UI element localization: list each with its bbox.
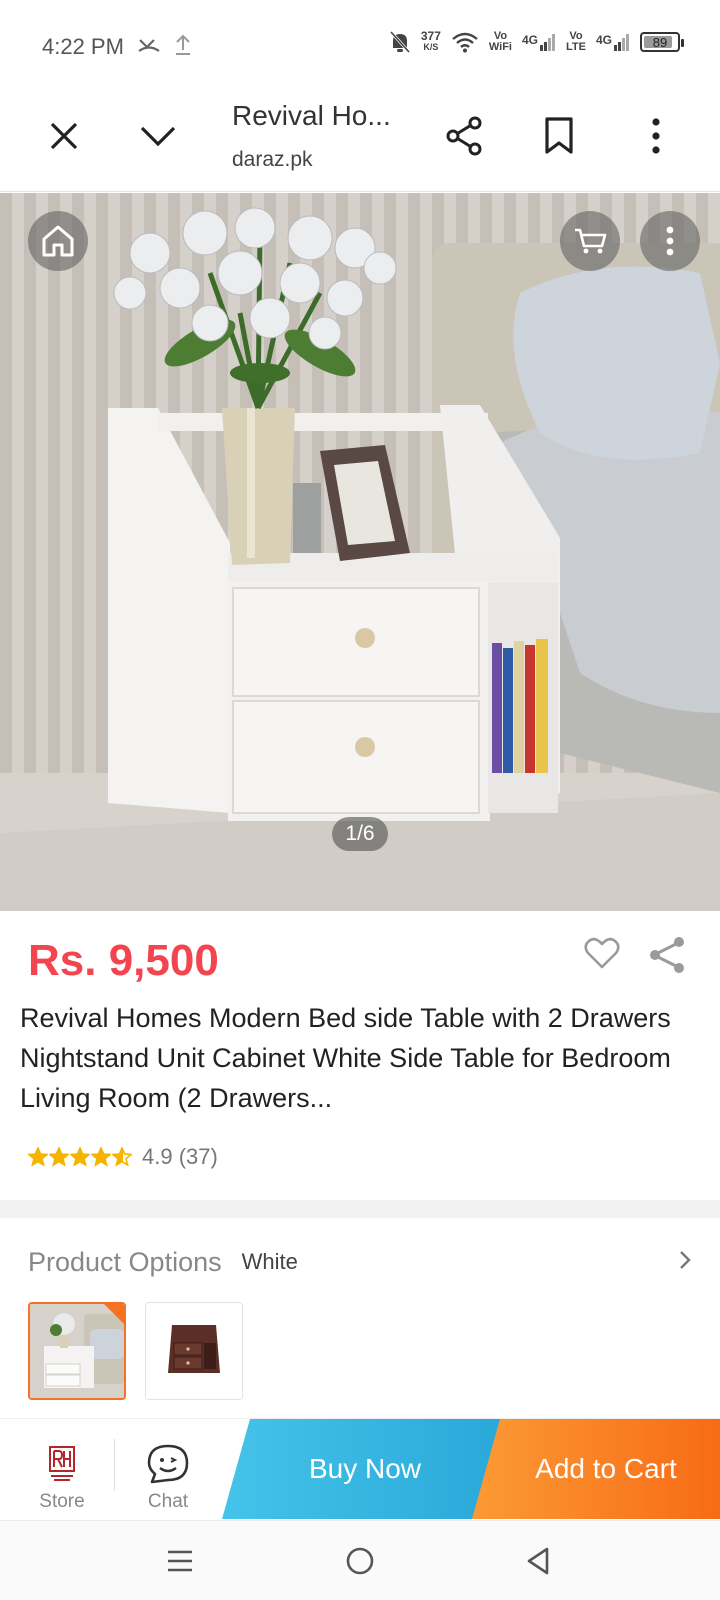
store-button[interactable]: Store [12, 1419, 112, 1519]
chevron-down-icon [140, 126, 176, 147]
close-icon [50, 122, 78, 150]
battery-level: 89 [652, 34, 668, 50]
net-speed-value: 377 [420, 29, 441, 43]
section-divider [0, 1200, 720, 1218]
product-photo [0, 193, 720, 911]
battery-icon: 89 [640, 32, 684, 52]
option-thumb-brown[interactable] [145, 1302, 243, 1400]
sim2-type: 4G [595, 33, 612, 47]
share-icon [446, 116, 482, 156]
star-full-icon [49, 1147, 69, 1167]
chat-label: Chat [147, 1491, 189, 1512]
wishlist-button[interactable] [584, 936, 620, 975]
bottom-action-bar: Store Chat Buy Now Add to Cart [0, 1418, 720, 1519]
sim1-type: 4G [522, 33, 539, 47]
net-speed-unit: K/S [423, 42, 439, 52]
action-separator [114, 1439, 115, 1491]
share-icon [650, 937, 684, 973]
circle-home-icon [346, 1547, 374, 1575]
options-selected-value: White [241, 1249, 298, 1274]
star-half-icon [112, 1147, 132, 1167]
system-navigation-bar [0, 1520, 720, 1600]
more-options-button[interactable] [632, 112, 680, 160]
status-time: 4:22 PM [42, 34, 124, 59]
product-thumbnail [146, 1303, 242, 1399]
home-icon [42, 225, 74, 257]
chevron-right-icon [680, 1251, 691, 1269]
bookmark-icon [545, 117, 573, 154]
star-full-icon [28, 1147, 48, 1167]
wifi-icon [452, 32, 478, 53]
status-bar: 4:22 PM 377 K/S Vo WiFi 4G Vo LTE 4G 89 [0, 0, 720, 92]
close-tab-button[interactable] [40, 112, 88, 160]
chat-icon [147, 1444, 189, 1484]
cart-icon [575, 228, 607, 254]
page-title[interactable]: Revival Ho... [232, 100, 391, 132]
status-left-icons [138, 34, 192, 56]
signal-bars-icon [540, 34, 556, 51]
status-right-icons: 377 K/S Vo WiFi 4G Vo LTE 4G 89 [389, 29, 684, 54]
buy-now-button[interactable]: Buy Now [222, 1419, 508, 1519]
page-domain[interactable]: daraz.pk [232, 148, 313, 172]
signal-bars-icon [614, 34, 629, 51]
add-to-cart-button[interactable]: Add to Cart [472, 1419, 720, 1519]
menu-lines-icon [168, 1550, 192, 1572]
sim1-signal: 4G [522, 33, 556, 51]
product-image-carousel[interactable]: 1/6 [0, 193, 720, 911]
back-triangle-icon [527, 1547, 549, 1575]
selected-corner-marker [103, 1304, 124, 1325]
rating-text: 4.9 (37) [142, 1144, 218, 1169]
net-speed: 377 K/S [420, 29, 441, 53]
back-nav-button[interactable] [516, 1539, 560, 1583]
cart-button[interactable] [560, 211, 620, 271]
missed-call-icon [138, 39, 160, 52]
product-price: Rs. 9,500 [28, 936, 219, 985]
more-vertical-icon [652, 118, 660, 154]
store-home-button[interactable] [28, 211, 88, 271]
image-counter: 1/6 [332, 817, 388, 851]
rating-stars [28, 1147, 132, 1167]
option-thumb-white[interactable] [28, 1302, 126, 1400]
chat-button[interactable]: Chat [118, 1419, 218, 1519]
minimize-button[interactable] [134, 112, 182, 160]
product-options-row[interactable]: Product Options White [28, 1242, 692, 1282]
store-label: Store [39, 1491, 85, 1512]
store-logo-icon [49, 1446, 75, 1481]
heart-icon [584, 937, 620, 969]
volte-indicator: Vo LTE [566, 31, 586, 53]
product-rating[interactable]: 4.9 (37) [28, 1144, 218, 1170]
options-label: Product Options [28, 1246, 222, 1277]
star-full-icon [91, 1147, 111, 1167]
mute-bell-icon [389, 30, 410, 54]
home-nav-button[interactable] [338, 1539, 382, 1583]
product-share-button[interactable] [648, 936, 686, 979]
vowifi-bottom: WiFi [488, 41, 512, 53]
bookmark-button[interactable] [535, 112, 583, 160]
product-title: Revival Homes Modern Bed side Table with… [20, 1003, 671, 1113]
upload-icon [176, 34, 190, 55]
more-vertical-icon [666, 226, 674, 256]
volte-bottom: LTE [566, 41, 586, 53]
sim2-signal: 4G [596, 33, 630, 51]
vowifi-indicator: Vo WiFi [489, 31, 512, 53]
share-button[interactable] [440, 112, 488, 160]
recent-apps-button[interactable] [158, 1539, 202, 1583]
star-full-icon [70, 1147, 90, 1167]
browser-toolbar: Revival Ho... daraz.pk [0, 92, 720, 192]
image-more-button[interactable] [640, 211, 700, 271]
